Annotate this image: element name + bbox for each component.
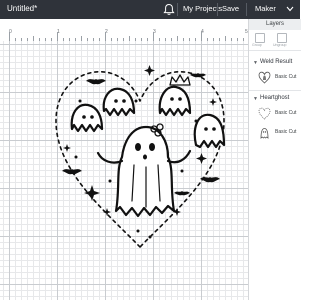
ruler-tick (9, 32, 10, 41)
layers-toolbar: Group Ungroup (249, 30, 301, 51)
bell-icon[interactable] (162, 3, 176, 16)
project-title[interactable]: Untitled* (7, 4, 37, 13)
horizontal-ruler: 0 1 2 3 4 5 (0, 19, 256, 42)
layer-operation-label: Basic Cut (275, 74, 297, 80)
layer-group-heartghost[interactable]: ▼ Heartghost (249, 93, 301, 105)
chevron-down-icon[interactable] (286, 6, 294, 12)
heart-ghosts-thumbnail (258, 71, 271, 84)
ruler-tick (57, 32, 58, 41)
divider (249, 90, 301, 91)
divider (246, 3, 247, 16)
divider (177, 3, 178, 16)
layer-item[interactable]: Basic Cut (249, 105, 301, 124)
heart-outline-thumbnail (258, 107, 271, 120)
ungroup-button-label: Ungroup (273, 43, 287, 47)
group-icon[interactable] (255, 33, 265, 43)
layer-group-label: Weld Result (260, 59, 293, 65)
ungroup-icon[interactable] (277, 33, 287, 43)
top-bar: Untitled* My Projects Save Maker (0, 0, 300, 19)
ghost-heart-artwork[interactable] (50, 61, 230, 251)
chevron-down-icon[interactable]: ▼ (253, 60, 258, 66)
layer-item[interactable]: Basic Cut (249, 69, 301, 88)
group-button-label: Group (252, 43, 262, 47)
ruler-tick (105, 32, 106, 41)
layer-operation-label: Basic Cut (275, 110, 297, 116)
ruler-tick (201, 32, 202, 41)
layer-group-weld-result[interactable]: ▼ Weld Result (249, 57, 301, 69)
divider (217, 3, 218, 16)
chevron-down-icon[interactable]: ▼ (253, 96, 258, 102)
layer-group-label: Heartghost (260, 95, 290, 101)
save-button[interactable]: Save (222, 4, 239, 13)
layer-item[interactable]: Basic Cut (249, 124, 301, 143)
ruler-tick (153, 32, 154, 41)
layers-panel-title: Layers (249, 19, 301, 30)
design-canvas[interactable] (0, 41, 248, 300)
layer-operation-label: Basic Cut (275, 129, 297, 135)
machine-selector[interactable]: Maker (255, 4, 276, 13)
ghost-thumbnail (260, 128, 269, 139)
layers-panel: Layers Group Ungroup ▼ Weld Result Basic… (248, 19, 301, 300)
